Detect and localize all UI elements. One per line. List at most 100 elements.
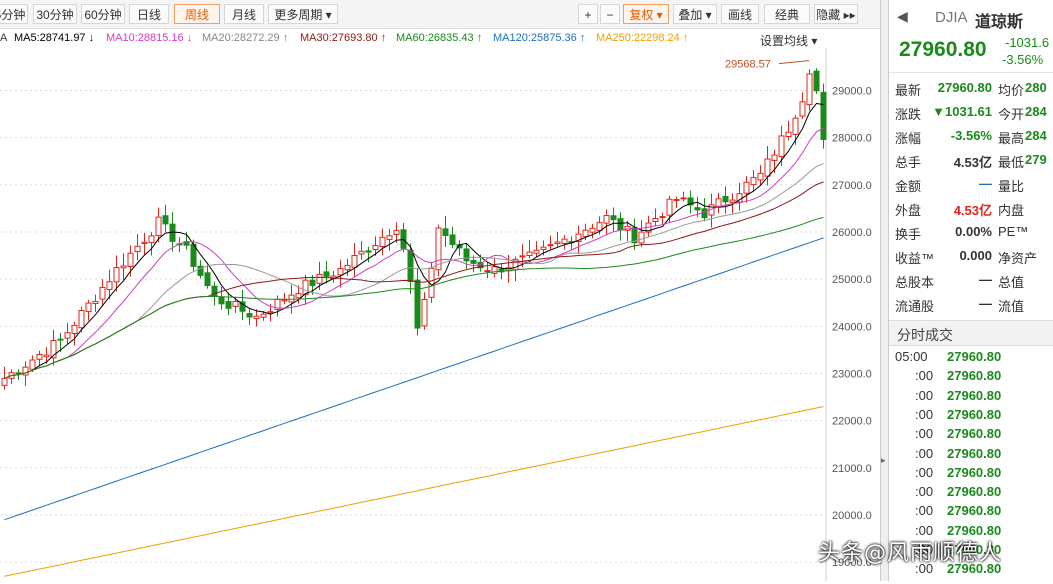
more-periods-dropdown[interactable]: 更多周期 ▾	[268, 4, 338, 24]
period-5min[interactable]: 5分钟	[0, 4, 28, 24]
candle-body	[134, 245, 141, 253]
quote-value: 27960.80	[937, 80, 992, 95]
ma-legend-item: MA120:25875.36 ↑	[493, 32, 586, 44]
tick-price: 27960.80	[947, 484, 1002, 500]
tick-price: 27960.80	[947, 406, 1002, 422]
quote-code: DJIA	[935, 9, 968, 26]
tick-row: :00 27960.80	[889, 483, 1053, 502]
candle-body	[666, 198, 673, 216]
candle-body	[610, 215, 617, 221]
candle-body	[204, 272, 211, 287]
period-weekly[interactable]: 周线	[174, 4, 220, 24]
ma10-line	[4, 127, 824, 379]
candle-body	[365, 250, 372, 253]
candle-body	[519, 255, 526, 258]
tick-time: :00	[915, 368, 934, 384]
candle-body	[470, 259, 477, 264]
tick-row: :00 27960.80	[889, 464, 1053, 483]
quote-change: -1031.6	[1005, 35, 1050, 50]
ma-legend-item: MA5:28741.97 ↓	[14, 32, 95, 44]
quote-header: ◀ DJIA 道琼斯	[889, 6, 1053, 31]
candle-body	[813, 70, 820, 92]
period-daily[interactable]: 日线	[129, 4, 169, 24]
period-monthly[interactable]: 月线	[224, 4, 264, 24]
quote-row: 流通股 — 流值	[889, 293, 1053, 315]
candle-body	[771, 154, 778, 161]
divider-line	[889, 72, 1053, 73]
candle-body	[407, 249, 414, 283]
tick-row: :00 27960.80	[889, 425, 1053, 444]
quote-row: 涨幅 -3.56% 最高 284	[889, 125, 1053, 147]
back-arrow-icon[interactable]: ◀	[897, 8, 908, 25]
candle-body	[351, 255, 358, 268]
candle-body	[309, 279, 316, 286]
quote-value-2: 284	[1025, 128, 1047, 143]
tick-row: :00 27960.80	[889, 406, 1053, 425]
y-tick-label: 26000.0	[832, 227, 872, 239]
candle-body	[463, 248, 470, 262]
quote-label: 涨幅	[895, 131, 922, 146]
tick-row: :00 27960.80	[889, 367, 1053, 386]
quote-value: 0.00%	[955, 224, 992, 239]
candle-body	[554, 241, 561, 245]
zoom-in-button[interactable]: +	[578, 4, 598, 24]
candle-body	[393, 229, 400, 235]
quote-value: —	[979, 176, 992, 191]
tick-time: 05:00	[895, 349, 928, 364]
quote-label-2: 今开	[998, 107, 1025, 122]
candle-body	[253, 315, 260, 319]
candle-body	[533, 249, 540, 254]
high-annotation-arrow	[778, 60, 810, 65]
y-tick-label: 23000.0	[832, 368, 872, 380]
quote-label-2: 内盘	[998, 203, 1025, 218]
candlestick-chart[interactable]: 29000.0 28000.0 27000.0 26000.0 25000.0 24000…	[0, 48, 880, 581]
y-tick-label: 28000.0	[832, 133, 872, 145]
zoom-out-button[interactable]: −	[600, 4, 620, 24]
collapse-arrow-icon[interactable]: ▸	[881, 455, 887, 469]
quote-label: 收益™	[895, 251, 935, 266]
candle-body	[484, 270, 491, 273]
candle-body	[323, 271, 330, 277]
candle-body	[155, 216, 162, 237]
hide-button[interactable]: 隐藏 ▸▸	[814, 4, 858, 24]
candle-body	[337, 267, 344, 276]
candle-body	[778, 135, 785, 158]
candle-body	[218, 296, 225, 305]
y-tick-label: 25000.0	[832, 274, 872, 286]
candle-body	[617, 218, 624, 231]
candle-body	[750, 177, 757, 186]
tick-price: 27960.80	[947, 426, 1002, 442]
quote-label: 外盘	[895, 203, 922, 218]
candle-body	[806, 73, 813, 106]
ma120-line	[4, 237, 824, 521]
quote-row: 换手 0.00% PE™	[889, 221, 1053, 243]
quote-value-2: 279	[1025, 152, 1047, 167]
classic-button[interactable]: 经典	[764, 4, 810, 24]
quote-row: 外盘 4.53亿 内盘	[889, 197, 1053, 219]
ma-legend-item[interactable]: 设置均线 ▾	[760, 32, 817, 48]
quote-value: 4.53亿	[953, 203, 992, 218]
ma-legend-item: MA30:27693.80 ↑	[300, 32, 387, 44]
y-tick-label: 20000.0	[832, 510, 872, 522]
candle-body	[43, 354, 50, 358]
overlay-dropdown[interactable]: 叠加 ▾	[673, 4, 717, 24]
quote-label-2: 最低	[998, 155, 1025, 170]
candle-body	[344, 264, 351, 271]
candle-body	[722, 195, 729, 203]
period-toolbar: 5分钟 30分钟 60分钟 日线 周线 月线 更多周期 ▾ + − 复权 ▾ 叠…	[0, 0, 880, 29]
quote-label-2: 流值	[998, 299, 1025, 314]
quote-row: 涨跌 ▼1031.61 今开 284	[889, 101, 1053, 123]
candle-body	[15, 372, 22, 375]
candle-body	[673, 198, 680, 201]
candle-body	[701, 208, 708, 219]
period-30min[interactable]: 30分钟	[33, 4, 77, 24]
adjust-dropdown[interactable]: 复权 ▾	[623, 4, 669, 24]
draw-line-button[interactable]: 画线	[721, 4, 759, 24]
candle-body	[288, 294, 295, 303]
tick-time: :00	[915, 464, 934, 480]
period-60min[interactable]: 60分钟	[81, 4, 125, 24]
candle-body	[372, 245, 379, 251]
ma-legend-item: MA10:28815.16 ↓	[106, 32, 193, 44]
candle-body	[113, 267, 120, 283]
ma-legend-item: MA20:28272.29 ↑	[202, 32, 289, 44]
